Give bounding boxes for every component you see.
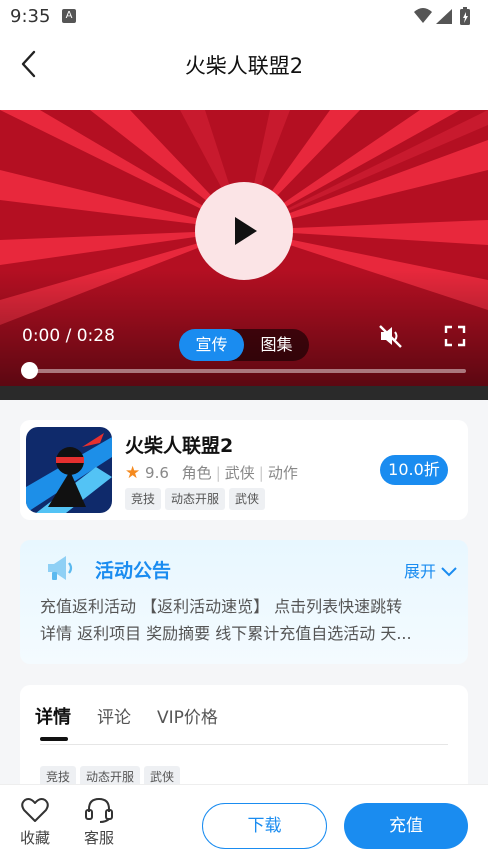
game-info-card: 火柴人联盟2 ★ 9.6 角色 | 武侠 | 动作 竞技 动态开服 武侠 10.0折 <box>20 420 468 520</box>
discount-badge[interactable]: 10.0折 <box>380 455 448 485</box>
game-rating: 9.6 <box>145 464 169 482</box>
tab-vip-price[interactable]: VIP价格 <box>157 703 218 728</box>
battery-icon <box>460 7 470 25</box>
page-header: 火柴人联盟2 <box>0 34 488 110</box>
game-tags: 竞技 动态开服 武侠 <box>125 488 269 510</box>
notice-title: 活动公告 <box>95 560 172 582</box>
details-tabs: 详情 评论 VIP价格 <box>35 703 244 729</box>
signal-icon <box>436 9 452 24</box>
favorite-button[interactable]: 收藏 <box>13 797 57 848</box>
video-progress-track[interactable] <box>30 369 466 373</box>
status-time: 9:35 <box>10 6 51 27</box>
customer-service-button[interactable]: 客服 <box>77 797 121 848</box>
notice-text: 充值返利活动 【返利活动速览】 点击列表快速跳转 详情 返利项目 奖励摘要 线下… <box>40 593 456 647</box>
play-icon <box>235 217 257 245</box>
tag: 动态开服 <box>165 488 226 510</box>
video-player[interactable]: 0:00 / 0:28 宣传 图集 <box>0 110 488 400</box>
active-tab-indicator <box>40 737 68 741</box>
media-tab-switch: 宣传 图集 <box>179 329 309 361</box>
play-button[interactable] <box>195 182 293 280</box>
divider: | <box>215 464 221 482</box>
tag: 武侠 <box>229 488 266 510</box>
download-button[interactable]: 下载 <box>202 803 327 849</box>
star-icon: ★ <box>125 463 141 483</box>
tag: 竞技 <box>125 488 162 510</box>
game-name: 火柴人联盟2 <box>125 435 234 457</box>
bottom-action-bar: 收藏 客服 下载 充值 <box>0 784 488 867</box>
video-bottom-bar <box>0 386 488 400</box>
tab-comments[interactable]: 评论 <box>97 703 131 728</box>
tab-details[interactable]: 详情 <box>35 703 71 729</box>
expand-label: 展开 <box>404 562 437 581</box>
game-icon <box>26 427 112 513</box>
mute-icon[interactable] <box>378 323 404 349</box>
notice-line: 充值返利活动 【返利活动速览】 点击列表快速跳转 <box>40 597 403 616</box>
page-title: 火柴人联盟2 <box>184 54 304 78</box>
system-icons <box>414 7 470 25</box>
recharge-button[interactable]: 充值 <box>344 803 468 849</box>
divider: | <box>258 464 264 482</box>
video-time: 0:00 / 0:28 <box>22 326 115 346</box>
service-label: 客服 <box>83 829 114 847</box>
chevron-down-icon <box>441 567 457 577</box>
notice-card: 活动公告 展开 充值返利活动 【返利活动速览】 点击列表快速跳转 详情 返利项目… <box>20 540 468 664</box>
game-meta: ★ 9.6 角色 | 武侠 | 动作 <box>125 462 298 483</box>
video-progress-handle[interactable] <box>21 362 38 379</box>
game-category: 角色 <box>181 464 212 482</box>
wifi-icon <box>414 8 432 23</box>
tab-gallery[interactable]: 图集 <box>244 329 309 361</box>
expand-button[interactable]: 展开 <box>404 558 457 582</box>
status-bar: 9:35 A <box>0 0 488 34</box>
divider <box>40 744 448 745</box>
a-icon: A <box>62 9 76 23</box>
notice-line: 详情 返利项目 奖励摘要 线下累计充值自选活动 天... <box>40 624 412 643</box>
game-category: 动作 <box>267 464 298 482</box>
tab-promo[interactable]: 宣传 <box>179 329 244 361</box>
heart-icon <box>21 798 49 822</box>
favorite-label: 收藏 <box>19 829 50 847</box>
megaphone-icon <box>48 556 73 580</box>
game-category: 武侠 <box>224 464 255 482</box>
headset-icon <box>85 797 113 823</box>
fullscreen-icon[interactable] <box>444 325 466 347</box>
